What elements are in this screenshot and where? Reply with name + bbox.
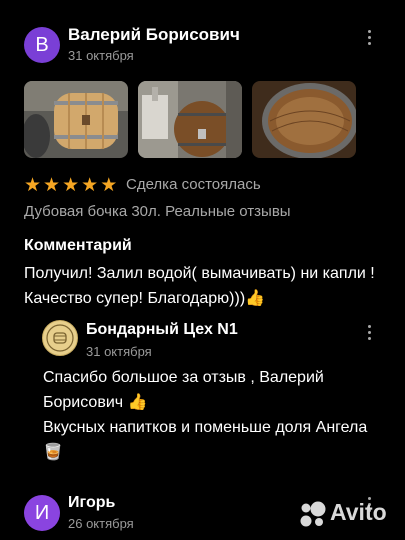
seller-name[interactable]: Бондарный Цех N1 <box>86 321 238 339</box>
avito-watermark: Avito <box>298 499 398 528</box>
review-date: 31 октября <box>68 48 134 63</box>
rating-stars: ★ ★ ★ ★ ★ <box>24 176 117 195</box>
author-name[interactable]: Игорь <box>68 494 115 512</box>
star-icon: ★ <box>81 175 99 196</box>
product-title[interactable]: Дубовая бочка 30л. Реальные отзывы <box>24 203 291 220</box>
more-options-icon[interactable] <box>366 30 372 48</box>
avatar-letter: И <box>34 501 50 524</box>
star-icon: ★ <box>43 175 61 196</box>
comment-heading: Комментарий <box>24 237 132 254</box>
reply-line: Спасибо большое за отзыв , Валерий Борис… <box>43 369 324 411</box>
seller-logo-icon <box>46 324 74 352</box>
reply-text: Спасибо большое за отзыв , Валерий Борис… <box>43 365 373 465</box>
review-photo[interactable] <box>24 81 128 158</box>
avito-wordmark: Avito <box>330 499 387 525</box>
reply-line: Вкусных напитков и поменьше доля Ангела … <box>43 419 368 461</box>
author-name[interactable]: Валерий Борисович <box>68 25 240 45</box>
reply-date: 31 октября <box>86 344 152 359</box>
review-photo[interactable] <box>252 81 356 158</box>
avatar[interactable]: И <box>24 495 60 531</box>
avatar-letter: В <box>35 33 49 56</box>
review-photo[interactable] <box>138 81 242 158</box>
star-icon: ★ <box>100 175 118 196</box>
avatar[interactable]: В <box>24 27 60 63</box>
more-options-icon[interactable] <box>366 325 372 343</box>
avito-logo-icon <box>300 501 326 527</box>
review-date: 26 октября <box>68 516 134 531</box>
star-icon: ★ <box>24 175 42 196</box>
seller-avatar[interactable] <box>42 320 78 356</box>
deal-status: Сделка состоялась <box>126 176 261 193</box>
review-comment: Получил! Залил водой( вымачивать) ни кап… <box>24 265 375 307</box>
star-icon: ★ <box>62 175 80 196</box>
